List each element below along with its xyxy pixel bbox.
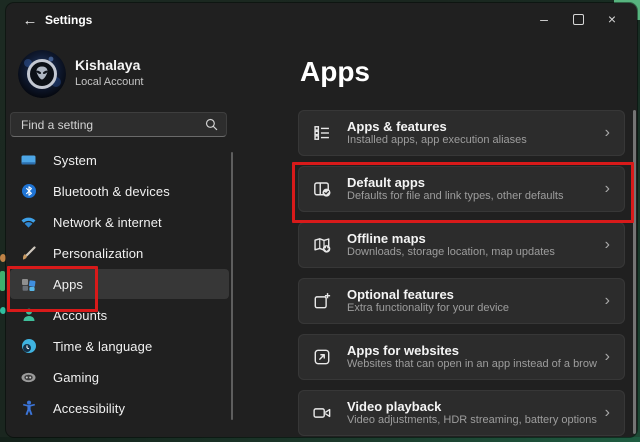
sidebar-item-label: System (53, 153, 97, 168)
search-box (10, 112, 227, 137)
main-scrollbar[interactable] (633, 110, 636, 434)
row-title: Video playback (347, 399, 597, 414)
alien-avatar-image (18, 50, 66, 98)
desktop-artifact (0, 271, 5, 291)
network-icon (20, 214, 37, 231)
row-subtitle: Video adjustments, HDR streaming, batter… (347, 414, 597, 427)
system-icon (20, 152, 37, 169)
settings-list: Apps & features Installed apps, app exec… (298, 110, 625, 436)
time-language-icon (20, 338, 37, 355)
sidebar-item-accessibility[interactable]: Accessibility (10, 393, 229, 423)
row-text: Optional features Extra functionality fo… (347, 287, 597, 315)
sidebar-item-personalization[interactable]: Personalization (10, 238, 229, 268)
user-name: Kishalaya (75, 57, 140, 73)
avatar[interactable] (18, 50, 66, 98)
user-account-type: Local Account (75, 76, 144, 88)
personalization-icon (20, 245, 37, 262)
row-subtitle: Extra functionality for your device (347, 302, 597, 315)
apps-for-websites-icon (311, 346, 333, 368)
sidebar-item-network-internet[interactable]: Network & internet (10, 207, 229, 237)
row-subtitle: Downloads, storage location, map updates (347, 246, 597, 259)
sidebar-item-system[interactable]: System (10, 145, 229, 175)
desktop-artifact (0, 437, 640, 442)
sidebar-item-bluetooth-devices[interactable]: Bluetooth & devices (10, 176, 229, 206)
sidebar-item-label: Gaming (53, 370, 99, 385)
row-text: Apps & features Installed apps, app exec… (347, 119, 597, 147)
desktop-background: ← Settings – × (0, 0, 640, 442)
row-text: Offline maps Downloads, storage location… (347, 231, 597, 259)
row-offline-maps[interactable]: Offline maps Downloads, storage location… (298, 222, 625, 268)
row-subtitle: Installed apps, app execution aliases (347, 134, 597, 147)
row-text: Apps for websites Websites that can open… (347, 343, 597, 371)
maximize-button[interactable] (561, 7, 595, 31)
page-title: Apps (300, 56, 370, 88)
row-title: Apps for websites (347, 343, 597, 358)
apps-features-icon (311, 122, 333, 144)
sidebar-item-label: Personalization (53, 246, 143, 261)
minimize-button[interactable]: – (527, 7, 561, 31)
chevron-right-icon: › (605, 125, 610, 141)
sidebar-item-label: Network & internet (53, 215, 162, 230)
offline-maps-icon (311, 234, 333, 256)
back-icon[interactable]: ← (19, 10, 41, 30)
row-video-playback[interactable]: Video playback Video adjustments, HDR st… (298, 390, 625, 436)
close-button[interactable]: × (595, 7, 629, 31)
maximize-icon (573, 14, 584, 25)
bluetooth-icon (20, 183, 37, 200)
sidebar-item-time-language[interactable]: Time & language (10, 331, 229, 361)
accessibility-icon (20, 400, 37, 417)
video-playback-icon (311, 402, 333, 424)
search-icon (205, 118, 218, 131)
sidebar-item-label: Accessibility (53, 401, 125, 416)
window-title: Settings (45, 13, 92, 27)
row-text: Video playback Video adjustments, HDR st… (347, 399, 597, 427)
chevron-right-icon: › (605, 405, 610, 421)
chevron-right-icon: › (605, 293, 610, 309)
row-title: Optional features (347, 287, 597, 302)
annotation-box-default-apps (292, 162, 634, 223)
row-apps-and-features[interactable]: Apps & features Installed apps, app exec… (298, 110, 625, 156)
annotation-box-sidebar-apps (7, 266, 98, 312)
sidebar-item-gaming[interactable]: Gaming (10, 362, 229, 392)
sidebar-scrollbar[interactable] (231, 152, 233, 420)
chevron-right-icon: › (605, 237, 610, 253)
row-title: Offline maps (347, 231, 597, 246)
sidebar-item-label: Time & language (53, 339, 152, 354)
chevron-right-icon: › (605, 349, 610, 365)
row-subtitle: Websites that can open in an app instead… (347, 358, 597, 371)
row-optional-features[interactable]: Optional features Extra functionality fo… (298, 278, 625, 324)
sidebar-item-label: Bluetooth & devices (53, 184, 170, 199)
row-title: Apps & features (347, 119, 597, 134)
gaming-icon (20, 369, 37, 386)
window-controls: – × (527, 7, 629, 31)
optional-features-icon (311, 290, 333, 312)
search-input[interactable] (19, 117, 205, 133)
row-apps-for-websites[interactable]: Apps for websites Websites that can open… (298, 334, 625, 380)
